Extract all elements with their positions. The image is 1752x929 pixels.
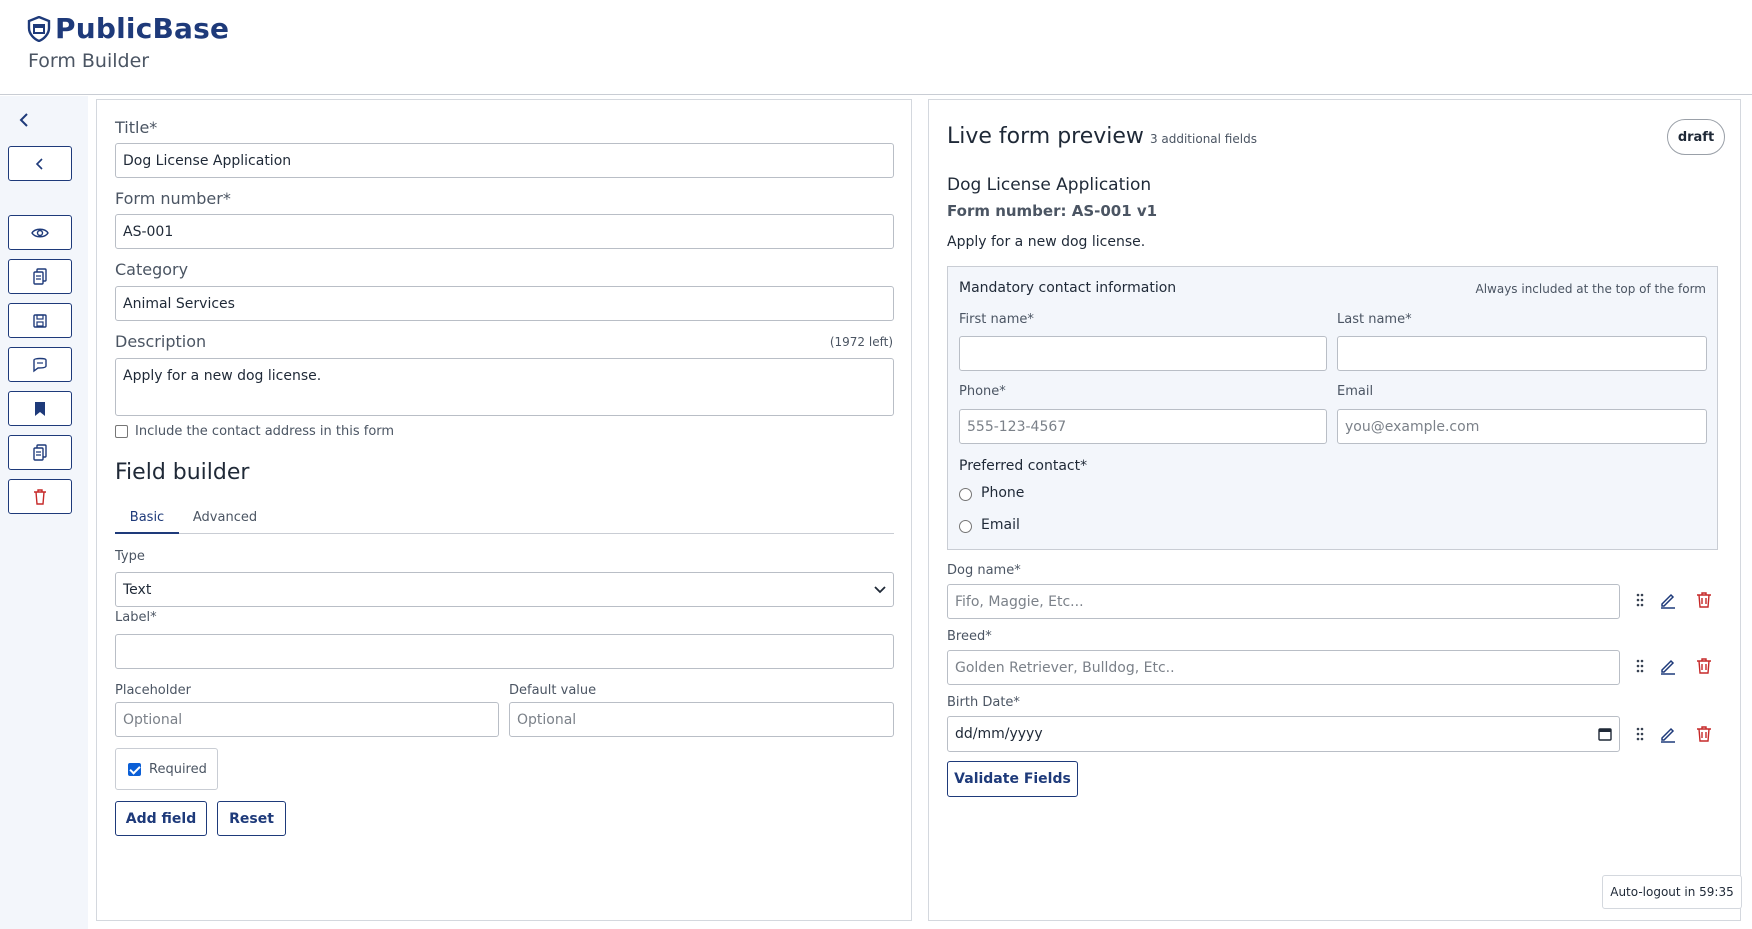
drag-handle-icon[interactable] [1631, 657, 1649, 675]
sidebar [0, 96, 88, 929]
add-field-button[interactable]: Add field [115, 801, 207, 836]
duplicate-icon [33, 443, 47, 461]
phone-input[interactable]: 555-123-4567 [959, 409, 1327, 444]
first-name-label: First name* [959, 312, 1034, 327]
field-builder-title: Field builder [115, 460, 250, 485]
brand-name: PublicBase [55, 12, 230, 45]
category-input[interactable]: Animal Services [115, 286, 894, 321]
page-subtitle: Form Builder [28, 50, 150, 72]
preferred-phone-radio[interactable] [959, 488, 972, 501]
title-input[interactable]: Dog License Application [115, 143, 894, 178]
live-preview-panel: Live form preview 3 additional fields dr… [928, 99, 1741, 921]
validate-fields-button[interactable]: Validate Fields [947, 761, 1078, 797]
trash-icon [34, 488, 46, 505]
description-label: Description [115, 332, 207, 351]
edit-icon[interactable] [1659, 657, 1677, 675]
default-value-input[interactable]: Optional [509, 702, 894, 737]
tab-basic[interactable]: Basic [115, 505, 179, 534]
duplicate-button[interactable] [8, 435, 72, 470]
preview-form-number: Form number: AS-001 v1 [947, 202, 1158, 220]
email-input[interactable]: you@example.com [1337, 409, 1707, 444]
preview-title: Live form preview [947, 124, 1144, 149]
tab-advanced[interactable]: Advanced [187, 505, 263, 534]
breed-label: Breed* [947, 629, 992, 644]
required-label: Required [149, 762, 207, 777]
auto-logout-notice: Auto-logout in 59:35 [1602, 875, 1742, 909]
title-label: Title* [115, 118, 158, 137]
type-label: Type [115, 549, 145, 564]
edit-icon[interactable] [1659, 591, 1677, 609]
chevron-left-icon [19, 113, 28, 127]
include-address-label: Include the contact address in this form [135, 424, 395, 439]
last-name-label: Last name* [1337, 312, 1412, 327]
description-counter: (1972 left) [829, 335, 893, 349]
delete-form-button[interactable] [8, 479, 72, 514]
form-number-input[interactable]: AS-001 [115, 214, 894, 249]
type-select-value: Text [123, 581, 152, 598]
shield-logo-icon [27, 15, 51, 42]
birth-date-label: Birth Date* [947, 695, 1020, 710]
last-name-input[interactable] [1337, 336, 1707, 371]
type-select[interactable]: Text [115, 572, 894, 607]
chevron-down-icon [874, 585, 886, 593]
preview-description: Apply for a new dog license. [947, 234, 1146, 250]
preferred-phone-label: Phone [981, 485, 1025, 501]
preferred-email-radio[interactable] [959, 520, 972, 533]
trash-icon[interactable] [1695, 725, 1713, 743]
copy-button[interactable] [8, 259, 72, 294]
category-label: Category [115, 260, 189, 279]
drag-handle-icon[interactable] [1631, 591, 1649, 609]
save-button[interactable] [8, 303, 72, 338]
mandatory-contact-section: Mandatory contact information Always inc… [947, 266, 1718, 550]
dog-name-input[interactable]: Fifo, Maggie, Etc... [947, 584, 1620, 619]
description-textarea[interactable]: Apply for a new dog license. [115, 358, 894, 416]
app-header: PublicBase Form Builder [0, 0, 1752, 95]
bookmark-icon [35, 401, 45, 416]
birth-date-placeholder: dd/mm/yyyy [955, 726, 1043, 742]
collapse-sidebar-button[interactable] [14, 110, 34, 130]
bookmark-button[interactable] [8, 391, 72, 426]
first-name-input[interactable] [959, 336, 1327, 371]
contact-section-title: Mandatory contact information [959, 280, 1177, 296]
preview-heading: Live form preview 3 additional fields [947, 124, 1257, 149]
contact-section-note: Always included at the top of the form [1475, 282, 1706, 296]
reset-button[interactable]: Reset [217, 801, 286, 836]
required-checkbox[interactable] [128, 763, 141, 776]
breed-input[interactable]: Golden Retriever, Bulldog, Etc.. [947, 650, 1620, 685]
comments-button[interactable] [8, 347, 72, 382]
preview-field-count: 3 additional fields [1149, 132, 1257, 146]
copy-icon [33, 267, 47, 285]
preferred-contact-label: Preferred contact* [959, 458, 1088, 474]
eye-icon [31, 228, 49, 237]
edit-icon[interactable] [1659, 725, 1677, 743]
status-badge: draft [1667, 119, 1725, 155]
placeholder-label: Placeholder [115, 683, 191, 698]
label-field-label: Label* [115, 610, 157, 625]
required-toggle-box[interactable]: Required [115, 748, 218, 790]
phone-label: Phone* [959, 384, 1006, 399]
brand[interactable]: PublicBase [27, 12, 229, 45]
include-address-checkbox[interactable] [115, 425, 128, 438]
back-button[interactable] [8, 146, 72, 181]
form-number-label: Form number* [115, 189, 231, 208]
chevron-left-icon [35, 157, 43, 170]
label-input[interactable] [115, 634, 894, 669]
trash-icon[interactable] [1695, 591, 1713, 609]
save-icon [33, 313, 47, 328]
dog-name-label: Dog name* [947, 563, 1021, 578]
default-value-label: Default value [509, 683, 597, 698]
comment-icon [33, 357, 47, 372]
form-editor-panel: Title* Dog License Application Form numb… [96, 99, 912, 921]
preferred-email-label: Email [981, 517, 1020, 533]
placeholder-input[interactable]: Optional [115, 702, 499, 737]
calendar-icon[interactable] [1598, 727, 1612, 741]
preview-button[interactable] [8, 215, 72, 250]
birth-date-input[interactable]: dd/mm/yyyy [947, 716, 1620, 752]
email-label: Email [1337, 384, 1374, 399]
preview-form-title: Dog License Application [947, 175, 1152, 195]
trash-icon[interactable] [1695, 657, 1713, 675]
drag-handle-icon[interactable] [1631, 725, 1649, 743]
